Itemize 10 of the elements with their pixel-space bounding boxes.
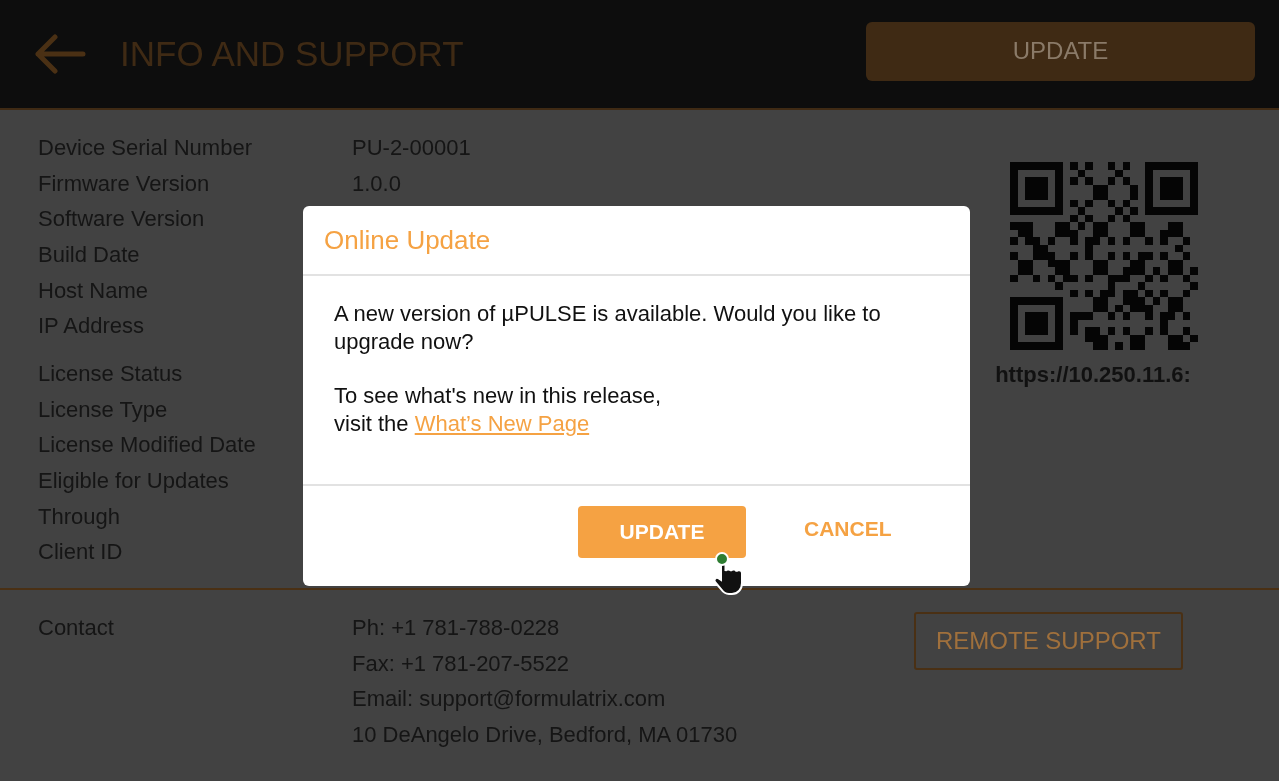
update-button[interactable]: UPDATE xyxy=(866,21,1255,81)
cancel-button[interactable]: CANCEL xyxy=(786,509,910,549)
dialog-message: A new version of µPULSE is available. Would you like to upgrade now? xyxy=(334,300,882,356)
qr-code-icon xyxy=(1010,162,1198,350)
whats-new-link[interactable]: What’s New Page xyxy=(414,411,590,436)
dialog-title: Online Update xyxy=(324,224,491,256)
back-arrow-icon[interactable] xyxy=(34,34,86,74)
remote-support-button[interactable]: REMOTE SUPPORT xyxy=(914,612,1183,671)
dialog-note: To see what's new in this release, visit the What’s New Page xyxy=(334,382,663,438)
confirm-button[interactable]: UPDATE xyxy=(578,506,746,558)
